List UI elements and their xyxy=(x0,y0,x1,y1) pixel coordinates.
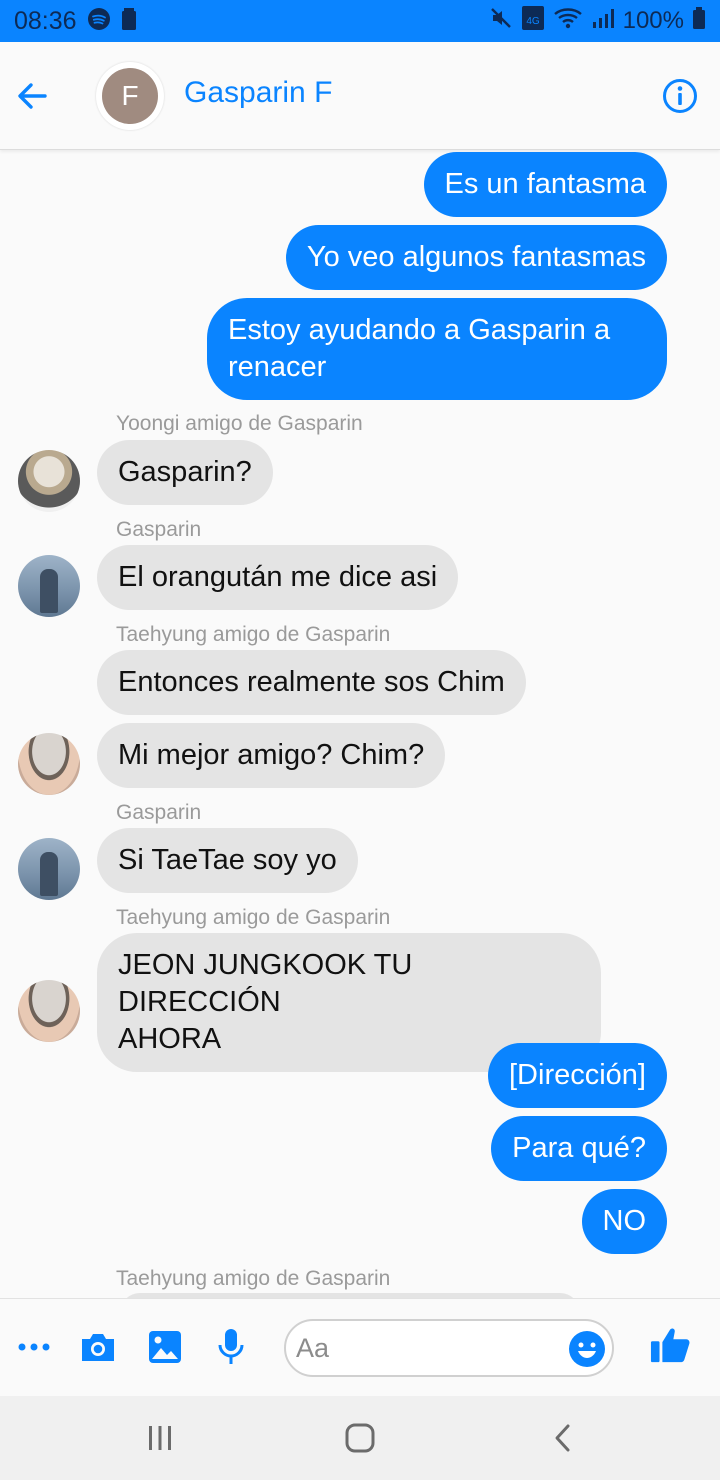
camera-icon xyxy=(82,1334,114,1361)
chevron-left-icon xyxy=(555,1424,570,1452)
message-list[interactable]: Es un fantasma Yo veo algunos fantasmas … xyxy=(0,150,720,1298)
info-button[interactable] xyxy=(662,78,698,114)
conversation-header: F Gasparin F xyxy=(0,42,720,150)
arrow-left-icon xyxy=(18,83,47,109)
spotify-icon xyxy=(87,7,111,36)
sender-name: Taehyung amigo de Gasparin xyxy=(116,623,391,646)
home-button[interactable] xyxy=(340,1420,380,1456)
emoji-icon xyxy=(569,1331,605,1367)
message-bubble-incoming[interactable]: El orangután me dice asi xyxy=(97,545,459,610)
message-bubble-outgoing[interactable]: Yo veo algunos fantasmas xyxy=(285,225,667,290)
battery-saver-icon xyxy=(121,7,137,36)
sender-avatar[interactable] xyxy=(18,733,80,795)
sender-avatar[interactable] xyxy=(18,838,80,900)
message-bubble-outgoing[interactable]: NO xyxy=(581,1189,667,1254)
message-line: renacer xyxy=(228,351,327,383)
more-dots-icon xyxy=(18,1343,50,1351)
message-line: Estoy ayudando a Gasparin a xyxy=(228,314,611,346)
avatar-initial: F xyxy=(102,68,158,124)
recents-icon xyxy=(149,1426,171,1450)
message-input[interactable] xyxy=(296,1329,556,1367)
sender-name: Gasparin xyxy=(116,801,202,824)
contact-name[interactable]: Gasparin F xyxy=(184,76,332,110)
back-button[interactable] xyxy=(12,76,52,116)
voice-button[interactable] xyxy=(211,1327,251,1367)
message-bubble-incoming[interactable]: Mi mejor amigo? Chim? xyxy=(97,723,446,788)
back-nav-button[interactable] xyxy=(542,1420,582,1456)
gallery-button[interactable] xyxy=(145,1327,185,1367)
sender-name: Taehyung amigo de Gasparin xyxy=(116,1267,391,1290)
signal-icon xyxy=(591,6,615,37)
sender-name: Yoongi amigo de Gasparin xyxy=(116,412,363,435)
wifi-icon xyxy=(553,6,583,37)
emoji-button[interactable] xyxy=(568,1330,606,1368)
message-bubble-outgoing[interactable]: [Dirección] xyxy=(488,1043,667,1108)
status-time: 08:36 xyxy=(14,6,77,35)
message-bubble-incoming[interactable]: Entonces realmente sos Chim xyxy=(97,650,526,715)
message-input-box[interactable] xyxy=(284,1319,614,1377)
like-button[interactable] xyxy=(650,1325,690,1365)
sender-avatar[interactable] xyxy=(18,555,80,617)
composer-bar xyxy=(0,1298,720,1396)
camera-button[interactable] xyxy=(78,1327,118,1367)
microphone-icon xyxy=(218,1329,244,1364)
image-icon xyxy=(149,1331,181,1363)
more-button[interactable] xyxy=(14,1327,54,1367)
sender-avatar[interactable] xyxy=(18,450,80,512)
message-bubble-incoming[interactable]: Si TaeTae soy yo xyxy=(97,828,358,893)
mute-icon xyxy=(489,6,513,37)
home-icon xyxy=(345,1423,375,1453)
sender-name: Gasparin xyxy=(116,518,202,541)
info-icon xyxy=(663,79,697,113)
status-bar: 08:36 4G 100% xyxy=(0,0,720,42)
sender-name: Taehyung amigo de Gasparin xyxy=(116,906,391,929)
thumbs-up-icon xyxy=(650,1328,690,1363)
message-line: JEON JUNGKOOK TU DIRECCIÓN xyxy=(118,949,413,1018)
message-bubble-outgoing[interactable]: Es un fantasma xyxy=(423,152,667,217)
system-navigation-bar xyxy=(0,1396,720,1480)
message-line: AHORA xyxy=(118,1023,222,1055)
sender-avatar[interactable] xyxy=(18,980,80,1042)
message-bubble-outgoing[interactable]: Para qué? xyxy=(491,1116,667,1181)
message-bubble-incoming[interactable]: Gasparin? xyxy=(97,440,273,505)
battery-icon xyxy=(692,6,706,37)
battery-percent: 100% xyxy=(622,7,684,34)
volte-4g-icon: 4G xyxy=(521,5,545,38)
recent-apps-button[interactable] xyxy=(140,1420,180,1456)
svg-text:4G: 4G xyxy=(526,16,540,27)
message-bubble-outgoing[interactable]: Estoy ayudando a Gasparin a renacer xyxy=(207,298,667,400)
contact-avatar[interactable]: F xyxy=(96,62,164,130)
